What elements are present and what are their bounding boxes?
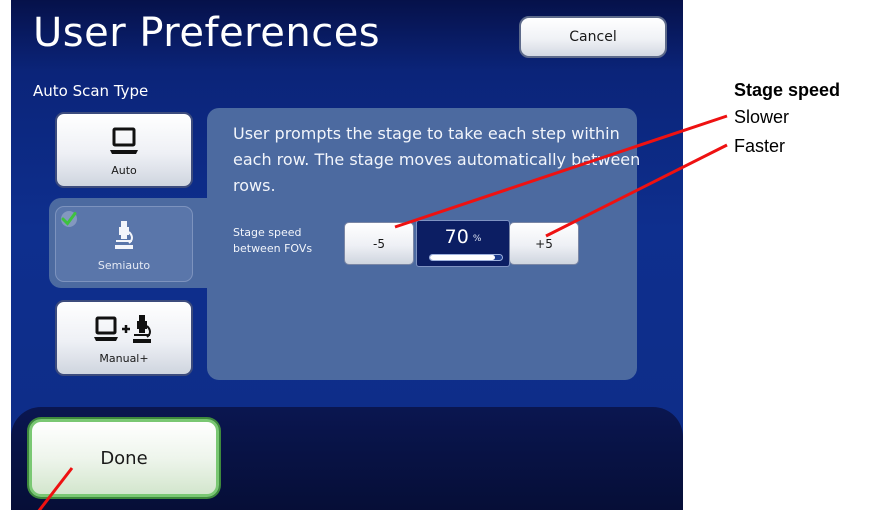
annotation-overlay xyxy=(37,114,728,510)
done-callout-line xyxy=(37,467,74,510)
annotation-slower: Slower xyxy=(734,107,790,127)
annotation-stage-speed: Stage speed xyxy=(734,80,841,100)
annotation-faster: Faster xyxy=(734,136,786,156)
faster-callout-line xyxy=(545,143,728,238)
